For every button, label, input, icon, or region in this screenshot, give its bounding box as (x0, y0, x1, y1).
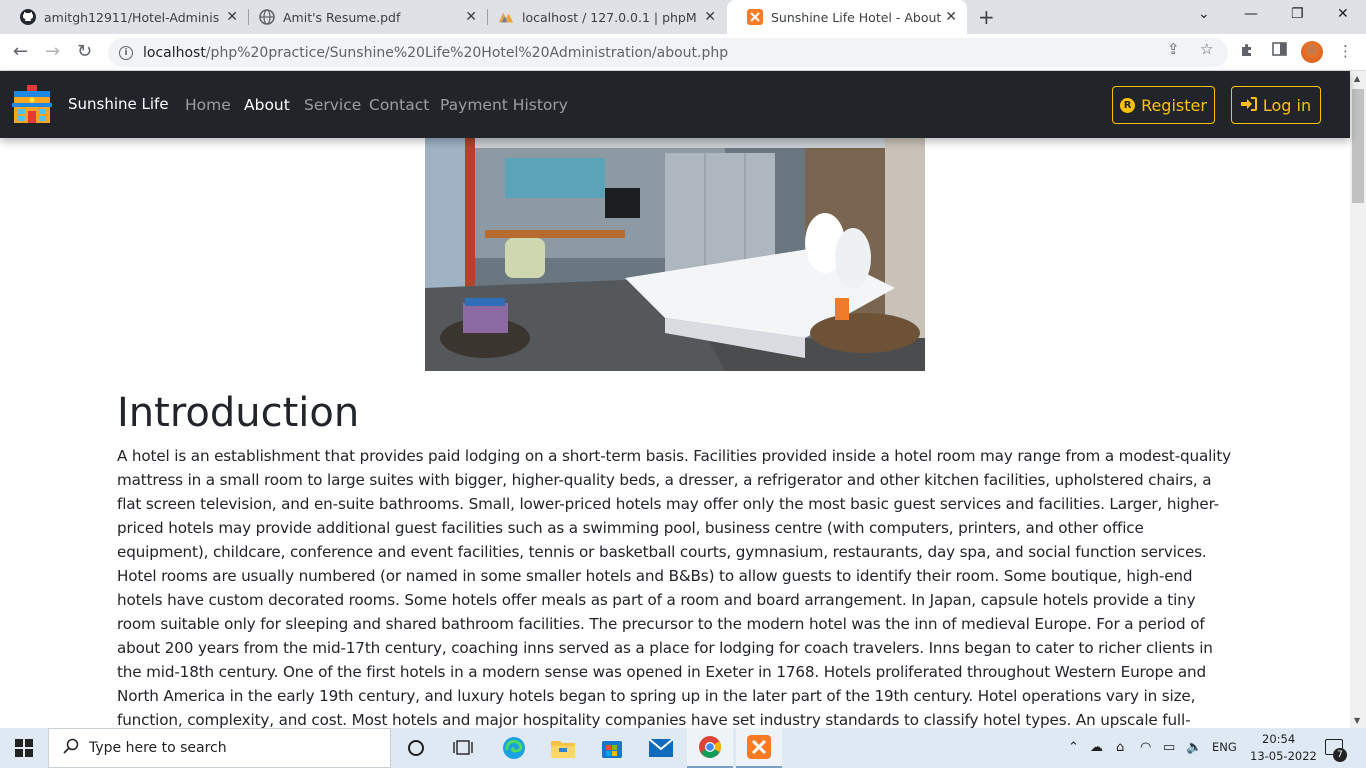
task-view-icon[interactable] (440, 728, 486, 768)
tab-search-icon[interactable]: ⌄ (1198, 6, 1210, 22)
url-host: localhost (143, 44, 206, 61)
brand-name[interactable]: Sunshine Life (68, 95, 169, 113)
address-bar[interactable]: i localhost/php%20practice/Sunshine%20Li… (108, 38, 1228, 67)
minimize-button[interactable]: — (1244, 6, 1258, 22)
nav-link-payment-history[interactable]: Payment History (440, 96, 568, 114)
cortana-icon[interactable] (393, 728, 439, 768)
microsoft-store-icon[interactable] (589, 728, 635, 768)
show-hidden-icons-chevron-icon[interactable]: ⌃ (1068, 740, 1079, 755)
tab-title: Sunshine Life Hotel - About (771, 9, 942, 25)
wifi-icon[interactable]: ◠ (1140, 740, 1151, 755)
vertical-scrollbar[interactable]: ▲ ▼ (1350, 71, 1366, 728)
bookmark-star-icon[interactable]: ☆ (1200, 40, 1213, 58)
close-window-button[interactable]: ✕ (1337, 6, 1349, 22)
new-tab-button[interactable]: + (978, 5, 995, 29)
sign-in-icon (1240, 96, 1257, 115)
tab-resume[interactable]: Amit's Resume.pdf ✕ (239, 0, 487, 34)
hotel-room-image (425, 138, 925, 371)
tab-github[interactable]: amitgh12911/Hotel-Administrati ✕ (0, 0, 248, 34)
tab-phpmyadmin[interactable]: localhost / 127.0.0.1 | phpMyAdm ✕ (478, 0, 726, 34)
nav-link-contact[interactable]: Contact (369, 96, 429, 114)
nav-link-home[interactable]: Home (185, 96, 231, 114)
search-placeholder: Type here to search (89, 740, 227, 756)
share-icon[interactable]: ⇪ (1167, 40, 1180, 58)
tab-title: Amit's Resume.pdf (283, 9, 401, 25)
close-tab-icon[interactable]: ✕ (465, 9, 477, 25)
xampp-control-icon[interactable] (736, 728, 782, 768)
register-label: Register (1141, 95, 1207, 115)
extensions-puzzle-icon[interactable] (1239, 42, 1255, 62)
scroll-down-arrow-icon[interactable]: ▼ (1354, 716, 1360, 725)
url-path: /php%20practice/Sunshine%20Life%20Hotel%… (205, 44, 729, 61)
profile-avatar[interactable] (1301, 41, 1323, 63)
registered-r-icon: R (1120, 97, 1136, 113)
main-content: Introduction A hotel is an establishment… (0, 138, 1350, 728)
side-panel-icon[interactable] (1272, 42, 1287, 60)
edge-browser-icon[interactable] (491, 728, 537, 768)
forward-arrow-icon[interactable]: → (45, 41, 60, 62)
phpmyadmin-icon (498, 9, 514, 25)
site-info-icon[interactable]: i (119, 45, 133, 60)
login-button[interactable]: Log in (1231, 86, 1321, 124)
windows-start-icon[interactable] (0, 728, 48, 768)
clock-date[interactable]: 13-05-2022 (1250, 749, 1317, 763)
notification-count-badge: 7 (1333, 748, 1347, 762)
globe-icon (259, 9, 275, 25)
search-icon (63, 738, 79, 758)
github-icon (20, 9, 36, 25)
back-arrow-icon[interactable]: ← (13, 41, 28, 62)
clock-time[interactable]: 20:54 (1262, 732, 1295, 746)
tab-sunshine-about[interactable]: Sunshine Life Hotel - About ✕ (727, 0, 967, 34)
usb-device-icon[interactable]: ⌂ (1116, 740, 1124, 755)
browser-menu-icon[interactable]: ⋮ (1338, 42, 1353, 60)
close-tab-icon[interactable]: ✕ (226, 9, 238, 25)
nav-link-about[interactable]: About (244, 96, 290, 114)
intro-paragraph: A hotel is an establishment that provide… (117, 447, 1231, 728)
scroll-up-arrow-icon[interactable]: ▲ (1354, 74, 1360, 83)
close-tab-icon[interactable]: ✕ (945, 9, 957, 25)
windows-taskbar: Type here to search ⌃ ☁ ⌂ ◠ ▭ 🔈 ENG 20:5… (0, 728, 1366, 768)
page-title: Introduction (117, 390, 360, 436)
login-label: Log in (1262, 95, 1312, 115)
site-navbar: Sunshine Life Home About Service Contact… (0, 71, 1350, 138)
register-button[interactable]: R Register (1112, 86, 1215, 124)
input-language[interactable]: ENG (1212, 740, 1237, 754)
nav-link-service[interactable]: Service (304, 96, 361, 114)
reload-icon[interactable]: ↻ (77, 41, 92, 62)
hotel-logo-icon[interactable] (12, 85, 52, 125)
chrome-icon[interactable] (687, 728, 733, 768)
xampp-icon (747, 9, 763, 25)
scrollbar-thumb[interactable] (1352, 89, 1364, 203)
browser-tab-strip: amitgh12911/Hotel-Administrati ✕ Amit's … (0, 0, 1366, 34)
tab-title: localhost / 127.0.0.1 | phpMyAdm (522, 9, 697, 25)
volume-icon[interactable]: 🔈 (1186, 740, 1202, 755)
mail-icon[interactable] (638, 728, 684, 768)
onedrive-cloud-icon[interactable]: ☁ (1090, 740, 1103, 755)
close-tab-icon[interactable]: ✕ (704, 9, 716, 25)
tab-title: amitgh12911/Hotel-Administrati (44, 9, 219, 25)
battery-icon[interactable]: ▭ (1163, 740, 1175, 755)
browser-toolbar: ← → ↻ i localhost/php%20practice/Sunshin… (0, 34, 1366, 71)
taskbar-search-box[interactable]: Type here to search (48, 728, 391, 768)
restore-button[interactable]: ❐ (1291, 6, 1304, 22)
file-explorer-icon[interactable] (540, 728, 586, 768)
